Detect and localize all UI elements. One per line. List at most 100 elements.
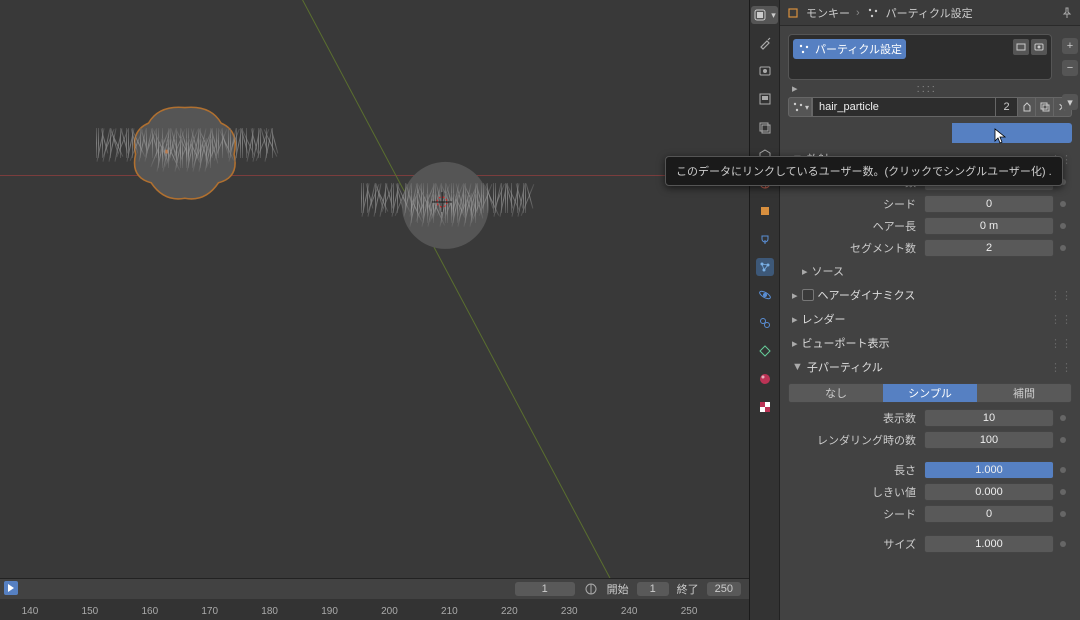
tooltip: このデータにリンクしているユーザー数。(クリックでシングルユーザー化) . — [665, 156, 1063, 186]
tab-modifier[interactable] — [756, 230, 774, 248]
field-length[interactable]: 1.000 — [924, 461, 1054, 479]
keyframe-dot[interactable] — [1060, 511, 1066, 517]
list-expand[interactable]: ▸ — [792, 82, 798, 95]
keyframe-dot[interactable] — [1060, 223, 1066, 229]
tick: 160 — [141, 606, 158, 617]
tab-data[interactable] — [756, 342, 774, 360]
frame-current[interactable]: 1 — [515, 582, 575, 596]
tab-physics[interactable] — [756, 286, 774, 304]
fake-user-button[interactable] — [1018, 97, 1036, 117]
label-seed: シード — [780, 196, 924, 212]
tick: 150 — [82, 606, 99, 617]
field-render-count[interactable]: 100 — [924, 431, 1054, 449]
panel-scroll-controls: + − ▾ — [1060, 30, 1080, 110]
section-viewport-display[interactable]: ▸ビューポート表示⋮⋮ — [780, 331, 1080, 355]
section-label: ビューポート表示 — [802, 335, 890, 351]
keying-icon[interactable] — [583, 581, 599, 597]
editor-type-selector[interactable]: ▾ — [751, 6, 778, 24]
keyframe-dot[interactable] — [1060, 489, 1066, 495]
tab-tool[interactable] — [756, 34, 774, 52]
particle-type-row — [788, 123, 1072, 143]
tab-texture[interactable] — [756, 398, 774, 416]
breadcrumb-sep: › — [856, 7, 860, 19]
tick: 210 — [441, 606, 458, 617]
tick: 230 — [561, 606, 578, 617]
tick: 200 — [381, 606, 398, 617]
label-display-count: 表示数 — [780, 410, 924, 426]
slot-name: パーティクル設定 — [815, 41, 902, 57]
type-hair-button[interactable] — [952, 123, 1072, 143]
children-interp-button[interactable]: 補間 — [977, 384, 1071, 402]
datablock-user-count[interactable]: 2 — [996, 97, 1018, 117]
list-resize-handle[interactable] — [802, 83, 1052, 95]
particle-slot-list[interactable]: パーティクル設定 — [788, 34, 1052, 80]
timeline[interactable]: 1 開始 1 終了 250 140 150 160 170 180 190 20… — [0, 578, 749, 620]
keyframe-dot[interactable] — [1060, 415, 1066, 421]
datablock-name-field[interactable]: hair_particle — [812, 97, 996, 117]
end-label: 終了 — [677, 581, 699, 597]
particle-icon — [797, 42, 811, 56]
slot-toggle-render[interactable] — [1031, 39, 1047, 55]
tick: 240 — [621, 606, 638, 617]
particle-icon — [791, 100, 805, 114]
field-hair-length[interactable]: 0 m — [924, 217, 1054, 235]
breadcrumb-object[interactable]: モンキー — [806, 5, 850, 21]
datablock-browse-button[interactable]: ▾ — [788, 97, 812, 117]
hair-dynamics-checkbox[interactable] — [802, 289, 814, 301]
field-child-seed[interactable]: 0 — [924, 505, 1054, 523]
tick: 220 — [501, 606, 518, 617]
label-segments: セグメント数 — [780, 240, 924, 256]
breadcrumb-data[interactable]: パーティクル設定 — [886, 5, 973, 21]
frame-start[interactable]: 1 — [637, 582, 669, 596]
particle-slot-active[interactable]: パーティクル設定 — [793, 39, 906, 59]
tab-material[interactable] — [756, 370, 774, 388]
mesh-monkey[interactable] — [95, 70, 275, 230]
section-label: ヘアーダイナミクス — [818, 287, 916, 303]
field-size[interactable]: 1.000 — [924, 535, 1054, 553]
remove-slot-button[interactable]: − — [1062, 60, 1078, 76]
new-datablock-button[interactable] — [1036, 97, 1054, 117]
slot-toggle-viewport[interactable] — [1013, 39, 1029, 55]
section-children[interactable]: ▼子パーティクル⋮⋮ — [780, 355, 1080, 379]
keyframe-dot[interactable] — [1060, 467, 1066, 473]
tab-output[interactable] — [756, 90, 774, 108]
section-label: 子パーティクル — [807, 359, 883, 375]
label-threshold: しきい値 — [780, 484, 924, 500]
field-display-count[interactable]: 10 — [924, 409, 1054, 427]
section-source[interactable]: ▸ソース — [780, 259, 1080, 283]
tab-object[interactable] — [756, 202, 774, 220]
field-seed[interactable]: 0 — [924, 195, 1054, 213]
timeline-ruler[interactable]: 140 150 160 170 180 190 200 210 220 230 … — [0, 599, 749, 620]
tab-viewlayer[interactable] — [756, 118, 774, 136]
tab-particle[interactable] — [756, 258, 774, 276]
add-slot-button[interactable]: + — [1062, 38, 1078, 54]
children-simple-button[interactable]: シンプル — [883, 384, 977, 402]
pin-icon[interactable] — [1060, 6, 1074, 20]
field-threshold[interactable]: 0.000 — [924, 483, 1054, 501]
breadcrumb: モンキー › パーティクル設定 — [780, 0, 1080, 26]
label-render-count: レンダリング時の数 — [780, 432, 924, 448]
section-label: ソース — [812, 263, 844, 279]
mesh-sphere[interactable] — [360, 120, 530, 290]
keyframe-dot[interactable] — [1060, 245, 1066, 251]
viewport-3d[interactable]: 1 開始 1 終了 250 140 150 160 170 180 190 20… — [0, 0, 750, 620]
frame-end[interactable]: 250 — [707, 582, 741, 596]
keyframe-dot[interactable] — [1060, 541, 1066, 547]
axis-y — [255, 0, 725, 620]
label-length: 長さ — [780, 462, 924, 478]
specials-menu-button[interactable]: ▾ — [1062, 94, 1078, 110]
tab-render[interactable] — [756, 62, 774, 80]
field-segments[interactable]: 2 — [924, 239, 1054, 257]
tab-constraint[interactable] — [756, 314, 774, 332]
section-hair-dynamics[interactable]: ▸ヘアーダイナミクス⋮⋮ — [780, 283, 1080, 307]
tick: 250 — [681, 606, 698, 617]
cursor-3d — [432, 192, 452, 212]
keyframe-dot[interactable] — [1060, 437, 1066, 443]
particle-icon — [866, 6, 880, 20]
section-render[interactable]: ▸レンダー⋮⋮ — [780, 307, 1080, 331]
keyframe-dot[interactable] — [1060, 201, 1066, 207]
play-button[interactable] — [4, 581, 18, 595]
tick: 170 — [201, 606, 218, 617]
section-label: レンダー — [802, 311, 846, 327]
children-none-button[interactable]: なし — [789, 384, 883, 402]
